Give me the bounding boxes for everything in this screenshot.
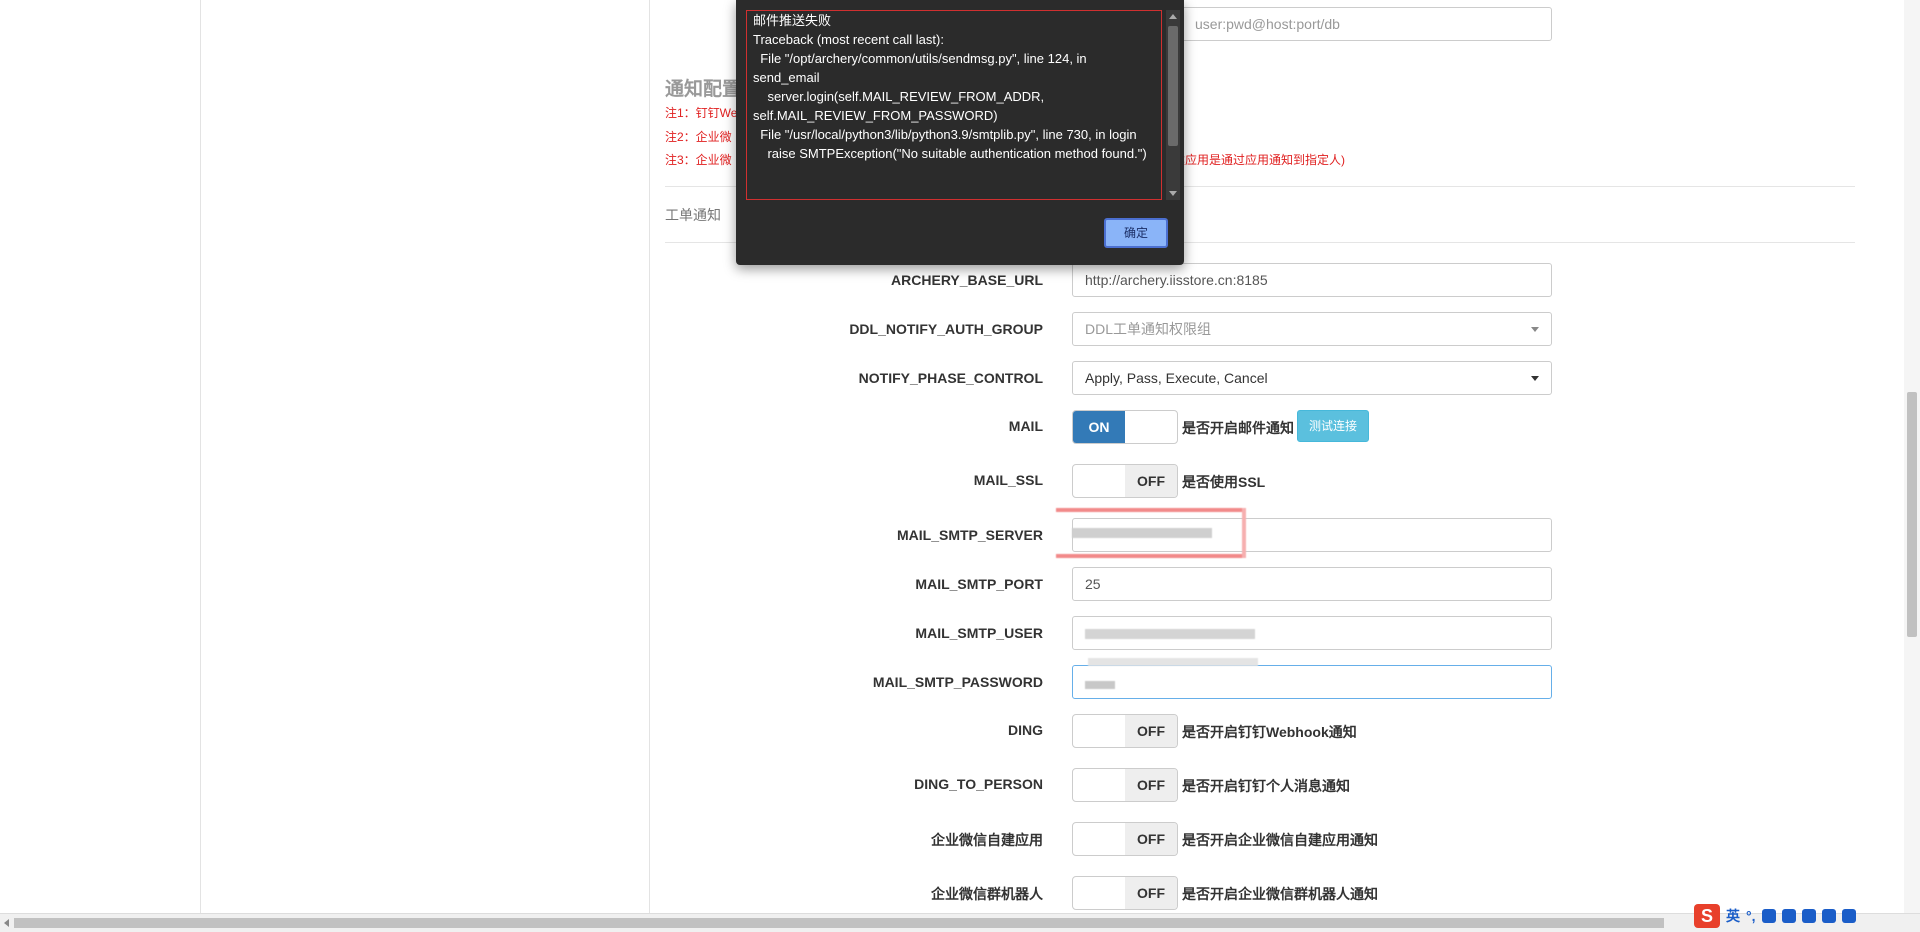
ding-to-person-toggle[interactable]: OFF — [1072, 768, 1178, 802]
subsection-ticket-notify: 工单通知 — [665, 207, 721, 223]
toggle-off-state: OFF — [1125, 715, 1177, 747]
wecom-bot-toggle[interactable]: OFF — [1072, 876, 1178, 910]
note-2: 注2：企业微 — [665, 130, 732, 144]
archery-base-url-input[interactable]: http://archery.iisstore.cn:8185 — [1072, 263, 1552, 297]
toggle-off-state: OFF — [1125, 877, 1177, 909]
toggle-label-mail: MAIL — [1008, 418, 1043, 434]
scroll-up-icon[interactable] — [1169, 14, 1177, 19]
wecom-app-toggle[interactable]: OFF — [1072, 822, 1178, 856]
note-3: 注3：企业微 — [665, 153, 732, 167]
redacted-smtp-server — [1056, 508, 1246, 558]
scroll-thumb[interactable] — [1168, 26, 1178, 146]
toggle-desc-ding-to-person: 是否开启钉钉个人消息通知 — [1182, 778, 1350, 794]
section-title-notify: 通知配置 — [665, 79, 742, 100]
field-label-mail-smtp-server: MAIL_SMTP_SERVER — [897, 527, 1043, 543]
field-label-mail-smtp-port: MAIL_SMTP_PORT — [915, 576, 1043, 592]
toggle-off-state: OFF — [1125, 769, 1177, 801]
field-label-mail-smtp-user: MAIL_SMTP_USER — [915, 625, 1043, 641]
scroll-left-icon[interactable] — [4, 919, 9, 927]
ding-toggle[interactable]: OFF — [1072, 714, 1178, 748]
toggle-off-state: OFF — [1125, 823, 1177, 855]
toolbox-icon[interactable] — [1841, 909, 1856, 923]
sogou-logo-icon[interactable]: S — [1694, 904, 1720, 928]
skin-icon[interactable] — [1801, 909, 1816, 923]
ime-language-indicator[interactable]: 英 — [1726, 906, 1740, 926]
redacted-smtp-password — [1085, 681, 1115, 689]
toggle-on-state: ON — [1073, 411, 1125, 443]
page-vertical-scrollbar[interactable] — [1904, 0, 1920, 913]
field-label-ddl-notify-auth-group: DDL_NOTIFY_AUTH_GROUP — [849, 321, 1043, 337]
note-3-tail: 建应用是通过应用通知到指定人) — [1173, 153, 1345, 167]
mail-smtp-port-value: 25 — [1085, 576, 1101, 592]
ddl-notify-auth-group-value: DDL工单通知权限组 — [1085, 321, 1212, 337]
page-horizontal-scrollbar[interactable] — [0, 913, 1920, 932]
mail-smtp-port-input[interactable]: 25 — [1072, 567, 1552, 601]
error-message-box[interactable]: 邮件推送失败 Traceback (most recent call last)… — [746, 10, 1162, 200]
mail-smtp-user-input[interactable] — [1072, 616, 1552, 650]
redacted-smtp-user — [1085, 629, 1255, 639]
toggle-desc-ding: 是否开启钉钉Webhook通知 — [1182, 724, 1357, 740]
confirm-button[interactable]: 确定 — [1104, 218, 1168, 248]
archery-base-url-value: http://archery.iisstore.cn:8185 — [1085, 272, 1268, 288]
connection-placeholder: user:pwd@host:port/db — [1195, 16, 1340, 32]
ime-toolbar: S 英 °, — [1694, 903, 1856, 929]
toggle-desc-wecom-app: 是否开启企业微信自建应用通知 — [1182, 832, 1378, 848]
toggle-label-mail-ssl: MAIL_SSL — [973, 472, 1043, 488]
test-connection-button[interactable]: 测试连接 — [1297, 410, 1369, 442]
ime-punctuation-indicator[interactable]: °, — [1746, 908, 1756, 924]
toggle-off-state: OFF — [1125, 465, 1177, 497]
toggle-desc-mail: 是否开启邮件通知 — [1182, 420, 1294, 436]
mail-ssl-toggle[interactable]: OFF — [1072, 464, 1178, 498]
horizontal-scroll-thumb[interactable] — [14, 918, 1664, 928]
field-label-mail-smtp-password: MAIL_SMTP_PASSWORD — [872, 674, 1043, 690]
note-1: 注1：钉钉We — [665, 106, 738, 120]
redacted-overflow — [1088, 658, 1258, 666]
ddl-notify-auth-group-select[interactable]: DDL工单通知权限组 — [1072, 312, 1552, 346]
microphone-icon[interactable] — [1761, 909, 1776, 923]
chevron-down-icon — [1531, 327, 1539, 332]
mail-smtp-password-input[interactable] — [1072, 665, 1552, 699]
dialog-scrollbar[interactable] — [1166, 10, 1180, 200]
notify-phase-control-value: Apply, Pass, Execute, Cancel — [1085, 370, 1268, 386]
field-label-archery-base-url: ARCHERY_BASE_URL — [891, 272, 1043, 288]
toggle-label-wecom-bot: 企业微信群机器人 — [931, 886, 1043, 902]
left-sidebar — [0, 0, 201, 913]
toggle-label-ding: DING — [1008, 722, 1043, 738]
field-label-notify-phase-control: NOTIFY_PHASE_CONTROL — [858, 370, 1043, 386]
toggle-desc-wecom-bot: 是否开启企业微信群机器人通知 — [1182, 886, 1378, 902]
notify-phase-control-select[interactable]: Apply, Pass, Execute, Cancel — [1072, 361, 1552, 395]
mail-toggle[interactable]: ON — [1072, 410, 1178, 444]
toggle-label-ding-to-person: DING_TO_PERSON — [914, 776, 1043, 792]
keyboard-icon[interactable] — [1781, 909, 1796, 923]
toggle-label-wecom-app: 企业微信自建应用 — [931, 832, 1043, 848]
toggle-desc-mail-ssl: 是否使用SSL — [1182, 474, 1266, 490]
chevron-down-icon — [1531, 376, 1539, 381]
vertical-scroll-thumb[interactable] — [1907, 392, 1917, 637]
assistant-icon[interactable] — [1821, 909, 1836, 923]
error-message-text: 邮件推送失败 Traceback (most recent call last)… — [753, 13, 1147, 161]
scroll-down-icon[interactable] — [1169, 191, 1177, 196]
error-alert-dialog: 邮件推送失败 Traceback (most recent call last)… — [736, 0, 1184, 265]
